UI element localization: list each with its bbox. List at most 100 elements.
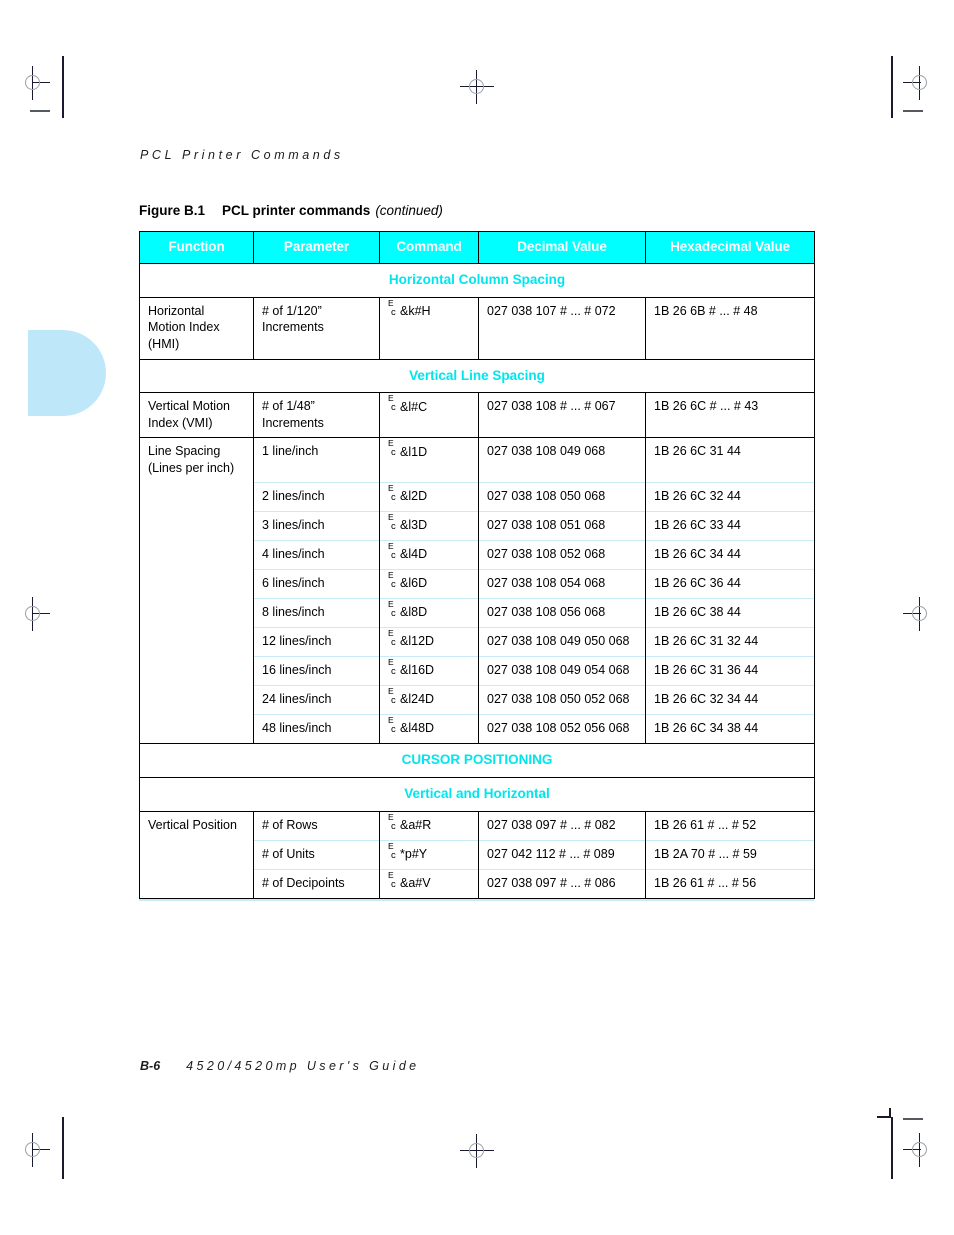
cell-hexadecimal-value: 1B 26 6C 38 44 bbox=[645, 597, 815, 628]
escape-char-glyph: Ec bbox=[388, 840, 396, 861]
registration-mark-top-left bbox=[16, 66, 50, 100]
cell-command: Ec &a#V bbox=[379, 868, 479, 899]
cell-function: Horizontal Motion Index (HMI) bbox=[139, 296, 254, 360]
cell-parameter: 8 lines/inch bbox=[253, 597, 380, 628]
registration-mark-circle bbox=[25, 1142, 40, 1157]
table-section-heading-row: Vertical and Horizontal bbox=[139, 776, 815, 812]
escape-char-glyph: Ec bbox=[388, 869, 396, 890]
command-text: &l6D bbox=[400, 576, 428, 591]
crop-mark-corner-bottom-right-v bbox=[889, 1108, 891, 1118]
table-row: 48 lines/inch Ec &l48D 027 038 108 052 056 … bbox=[139, 713, 815, 744]
table-section-heading-row: CURSOR POSITIONING bbox=[139, 742, 815, 778]
trim-dash-left-top bbox=[30, 110, 50, 112]
cell-command: Ec &l4D bbox=[379, 539, 479, 570]
escape-char-glyph: Ec bbox=[388, 714, 396, 735]
table-row: 24 lines/inch Ec &l24D 027 038 108 050 052 … bbox=[139, 684, 815, 715]
escape-char-glyph: Ec bbox=[388, 685, 396, 706]
registration-mark-circle bbox=[25, 75, 40, 90]
command-text: &l2D bbox=[400, 489, 428, 504]
cell-hexadecimal-value: 1B 26 6B # ... # 48 bbox=[645, 296, 815, 360]
cell-command: Ec &l24D bbox=[379, 684, 479, 715]
cell-parameter: 2 lines/inch bbox=[253, 481, 380, 512]
table-row: 6 lines/inch Ec &l6D 027 038 108 054 068 1B … bbox=[139, 568, 815, 599]
column-header-function: Function bbox=[139, 231, 254, 264]
trim-dash-right-top bbox=[903, 110, 923, 112]
running-head: PCL Printer Commands bbox=[140, 148, 344, 162]
cell-command: Ec &l#C bbox=[379, 392, 479, 438]
escape-char-glyph: Ec bbox=[388, 297, 396, 318]
column-header-command: Command bbox=[379, 231, 479, 264]
escape-char-glyph: Ec bbox=[388, 511, 396, 532]
cell-hexadecimal-value: 1B 26 61 # ... # 56 bbox=[645, 868, 815, 899]
cell-function bbox=[139, 656, 254, 686]
cell-hexadecimal-value: 1B 26 6C 31 32 44 bbox=[645, 626, 815, 657]
cell-hexadecimal-value: 1B 2A 70 # ... # 59 bbox=[645, 839, 815, 870]
cell-command: Ec &l12D bbox=[379, 626, 479, 657]
cell-function: Line Spacing (Lines per inch) bbox=[139, 437, 254, 483]
cell-hexadecimal-value: 1B 26 6C 34 38 44 bbox=[645, 713, 815, 744]
column-header-hexadecimal-value: Hexadecimal Value bbox=[645, 231, 815, 264]
cell-command: Ec &l3D bbox=[379, 510, 479, 541]
command-text: &l12D bbox=[400, 634, 435, 649]
cell-decimal-value: 027 042 112 # ... # 089 bbox=[478, 839, 646, 870]
command-text: &l16D bbox=[400, 663, 435, 678]
crop-line-right-vertical-bottom bbox=[891, 1117, 893, 1179]
cell-hexadecimal-value: 1B 26 6C 33 44 bbox=[645, 510, 815, 541]
footer-book-title: 4520/4520mp User's Guide bbox=[186, 1059, 420, 1073]
table-row: 8 lines/inch Ec &l8D 027 038 108 056 068 1B … bbox=[139, 597, 815, 628]
cell-function bbox=[139, 840, 254, 870]
table-row: 3 lines/inch Ec &l3D 027 038 108 051 068 1B … bbox=[139, 510, 815, 541]
cell-parameter: 16 lines/inch bbox=[253, 655, 380, 686]
cell-decimal-value: 027 038 108 056 068 bbox=[478, 597, 646, 628]
cell-command: Ec &l6D bbox=[379, 568, 479, 599]
table-row: Line Spacing (Lines per inch) 1 line/inch… bbox=[139, 437, 815, 483]
cell-parameter: # of Units bbox=[253, 839, 380, 870]
trim-dash-right-bottom bbox=[903, 1118, 923, 1120]
figure-caption: Figure B.1 PCL printer commands (continued… bbox=[139, 203, 443, 218]
command-text: &l#C bbox=[400, 399, 428, 414]
cell-hexadecimal-value: 1B 26 6C # ... # 43 bbox=[645, 392, 815, 438]
cell-decimal-value: 027 038 108 052 068 bbox=[478, 539, 646, 570]
escape-char-glyph: Ec bbox=[388, 438, 396, 459]
registration-mark-bottom-left bbox=[16, 1133, 50, 1167]
thumb-index-tab bbox=[28, 330, 106, 416]
command-text: &l1D bbox=[400, 444, 428, 459]
cell-command: Ec &a#R bbox=[379, 810, 479, 841]
registration-mark-circle bbox=[469, 79, 484, 94]
escape-char-glyph: Ec bbox=[388, 656, 396, 677]
escape-char-glyph: Ec bbox=[388, 569, 396, 590]
registration-mark-top-right bbox=[903, 66, 937, 100]
cell-function: Vertical Motion Index (VMI) bbox=[139, 392, 254, 438]
registration-mark-circle bbox=[912, 1142, 927, 1157]
escape-char-glyph: Ec bbox=[388, 482, 396, 503]
command-text: &a#V bbox=[400, 876, 431, 891]
command-text: &a#R bbox=[400, 818, 432, 833]
command-text: &l24D bbox=[400, 692, 435, 707]
cell-parameter: # of 1/48” Increments bbox=[253, 392, 380, 438]
escape-char-glyph: Ec bbox=[388, 393, 396, 414]
cell-function: Vertical Position bbox=[139, 810, 254, 841]
cell-decimal-value: 027 038 097 # ... # 082 bbox=[478, 810, 646, 841]
table-header-row: Function Parameter Command Decimal Value… bbox=[139, 231, 815, 264]
registration-mark-circle bbox=[912, 75, 927, 90]
page-footer: B-6 4520/4520mp User's Guide bbox=[140, 1059, 420, 1073]
cell-decimal-value: 027 038 108 050 068 bbox=[478, 481, 646, 512]
cell-hexadecimal-value: 1B 26 6C 31 44 bbox=[645, 437, 815, 483]
table-row: # of Units Ec *p#Y 027 042 112 # ... # 089 1… bbox=[139, 839, 815, 870]
registration-mark-middle-right bbox=[903, 597, 937, 631]
cell-hexadecimal-value: 1B 26 6C 36 44 bbox=[645, 568, 815, 599]
cell-command: Ec &l2D bbox=[379, 481, 479, 512]
cell-decimal-value: 027 038 108 049 054 068 bbox=[478, 655, 646, 686]
cell-function bbox=[139, 511, 254, 541]
cell-function bbox=[139, 540, 254, 570]
figure-continued-note: (continued) bbox=[375, 203, 443, 218]
table-row: Horizontal Motion Index (HMI) # of 1/120”… bbox=[139, 296, 815, 360]
cell-hexadecimal-value: 1B 26 61 # ... # 52 bbox=[645, 810, 815, 841]
figure-label: Figure B.1 bbox=[139, 203, 206, 218]
cell-parameter: # of 1/120” Increments bbox=[253, 296, 380, 360]
cell-parameter: 6 lines/inch bbox=[253, 568, 380, 599]
registration-mark-bottom-center bbox=[460, 1134, 494, 1168]
crop-line-left-vertical bbox=[62, 56, 64, 118]
cell-command: Ec &k#H bbox=[379, 296, 479, 360]
table-section-heading-row: Vertical Line Spacing bbox=[139, 358, 815, 394]
